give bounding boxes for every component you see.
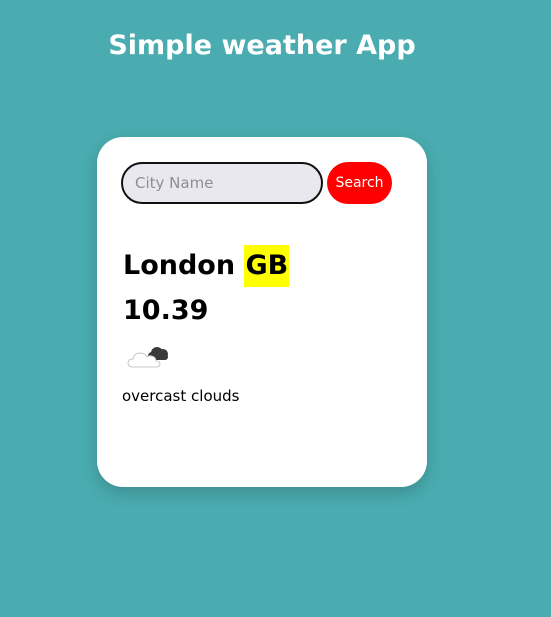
country-code-badge: GB [244,245,290,287]
temperature-value: 10.39 [123,295,209,326]
weather-description: overcast clouds [122,387,240,405]
location-heading: London GB [123,245,290,287]
app-title: Simple weather App [108,30,416,61]
weather-card: Search London GB 10.39 overcast clouds [97,137,427,487]
city-name-input[interactable] [121,162,323,204]
city-name: London [123,250,236,281]
search-button[interactable]: Search [327,162,392,204]
search-bar: Search [121,162,392,204]
overcast-clouds-icon [127,347,168,368]
